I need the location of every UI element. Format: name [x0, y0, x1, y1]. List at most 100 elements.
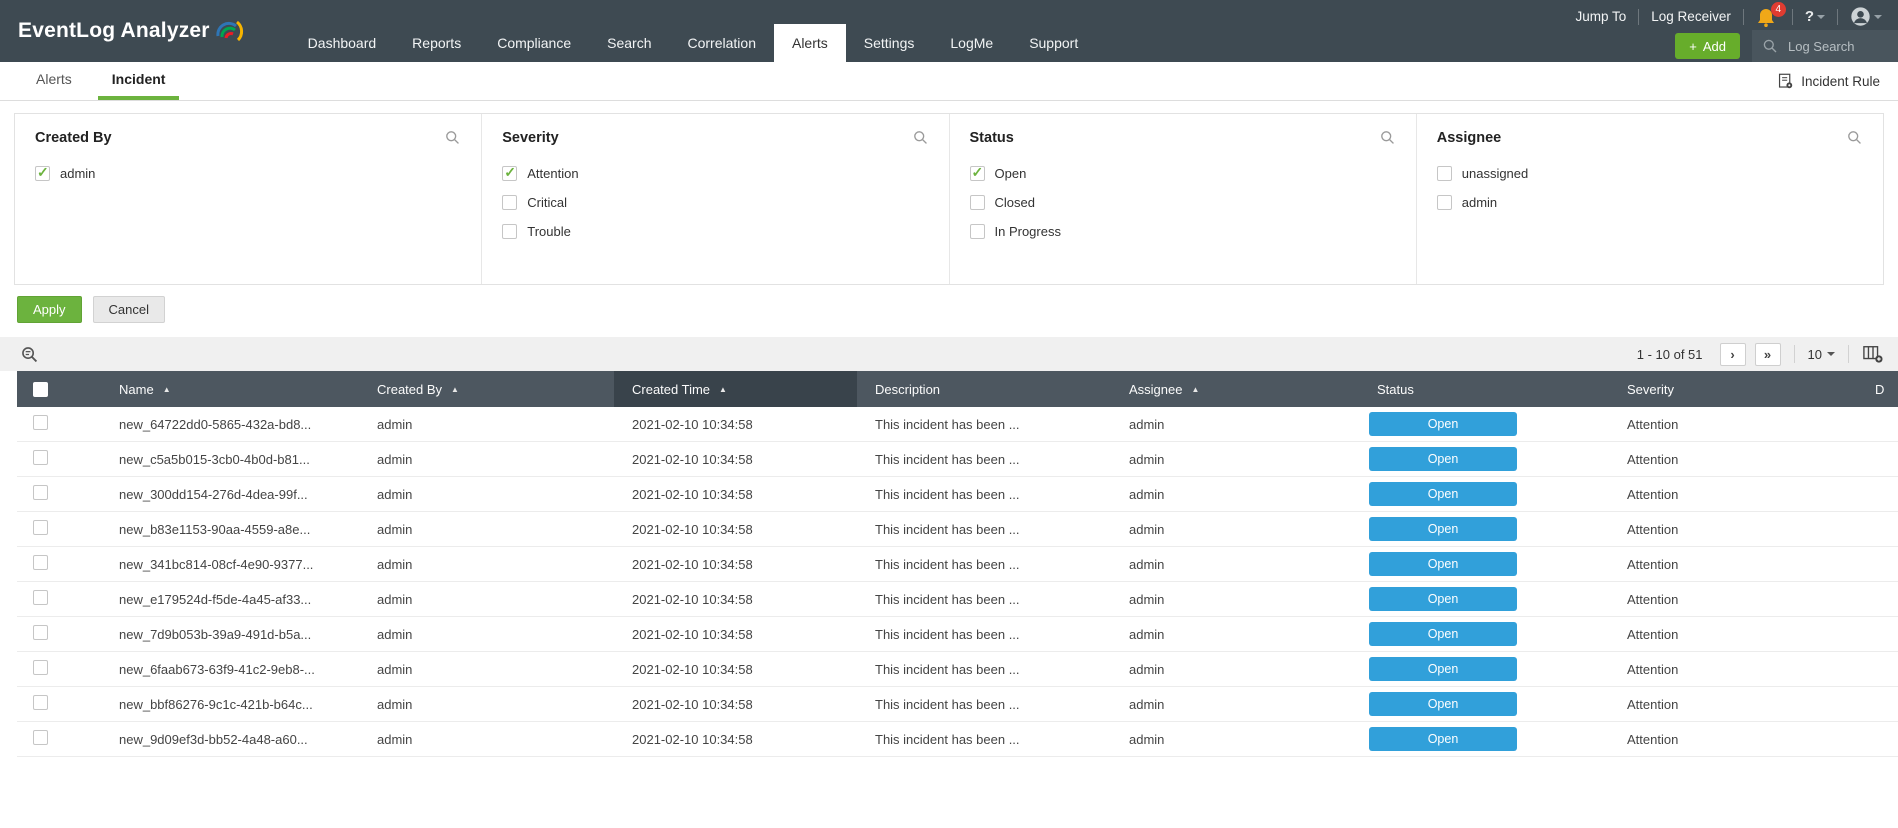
nav-item[interactable]: Compliance	[479, 24, 589, 62]
filter-option[interactable]: Trouble	[502, 217, 928, 246]
status-button[interactable]: Open	[1369, 482, 1517, 506]
nav-item[interactable]: Support	[1011, 24, 1096, 62]
log-search-input[interactable]	[1786, 38, 1896, 55]
checkbox[interactable]	[35, 166, 50, 181]
table-row[interactable]: new_c5a5b015-3cb0-4b0d-b81... admin 2021…	[17, 442, 1898, 477]
filter-option[interactable]: Attention	[502, 159, 928, 188]
status-button[interactable]: Open	[1369, 552, 1517, 576]
incident-name[interactable]: new_6faab673-63f9-41c2-9eb8-...	[101, 662, 359, 677]
row-checkbox[interactable]	[33, 485, 48, 500]
search-icon[interactable]	[912, 129, 929, 146]
nav-item[interactable]: Reports	[394, 24, 479, 62]
filter-option[interactable]: In Progress	[970, 217, 1396, 246]
table-row[interactable]: new_341bc814-08cf-4e90-9377... admin 202…	[17, 547, 1898, 582]
incident-name[interactable]: new_bbf86276-9c1c-421b-b64c...	[101, 697, 359, 712]
page-size-select[interactable]: 10	[1808, 347, 1835, 362]
table-toolbar: 1 - 10 of 51 › » 10	[0, 337, 1898, 371]
status-button[interactable]: Open	[1369, 692, 1517, 716]
search-icon[interactable]	[444, 129, 461, 146]
incident-name[interactable]: new_7d9b053b-39a9-491d-b5a...	[101, 627, 359, 642]
checkbox[interactable]	[1437, 166, 1452, 181]
filter-option[interactable]: unassigned	[1437, 159, 1863, 188]
column-header[interactable]: Severity	[1609, 371, 1857, 407]
help-menu[interactable]: ?	[1805, 8, 1825, 25]
incident-name[interactable]: new_c5a5b015-3cb0-4b0d-b81...	[101, 452, 359, 467]
filter-option[interactable]: Open	[970, 159, 1396, 188]
row-checkbox[interactable]	[33, 660, 48, 675]
tab-incident[interactable]: Incident	[98, 62, 180, 100]
row-checkbox[interactable]	[33, 695, 48, 710]
filter-option[interactable]: admin	[35, 159, 461, 188]
incident-name[interactable]: new_e179524d-f5de-4a45-af33...	[101, 592, 359, 607]
status-button[interactable]: Open	[1369, 657, 1517, 681]
nav-item[interactable]: Correlation	[670, 24, 774, 62]
filter-option[interactable]: Closed	[970, 188, 1396, 217]
column-header[interactable]: Status	[1359, 371, 1609, 407]
nav-item[interactable]: Dashboard	[290, 24, 395, 62]
column-header[interactable]: Created By	[359, 371, 614, 407]
incident-name[interactable]: new_64722dd0-5865-432a-bd8...	[101, 417, 359, 432]
checkbox[interactable]	[1437, 195, 1452, 210]
incident-name[interactable]: new_300dd154-276d-4dea-99f...	[101, 487, 359, 502]
row-checkbox[interactable]	[33, 520, 48, 535]
table-row[interactable]: new_300dd154-276d-4dea-99f... admin 2021…	[17, 477, 1898, 512]
status-button[interactable]: Open	[1369, 727, 1517, 751]
incident-rule-button[interactable]: Incident Rule	[1777, 62, 1880, 100]
row-checkbox[interactable]	[33, 730, 48, 745]
column-chooser-icon[interactable]	[1862, 344, 1884, 364]
filter-option[interactable]: Critical	[502, 188, 928, 217]
log-receiver-link[interactable]: Log Receiver	[1651, 9, 1731, 24]
column-header[interactable]: Description	[857, 371, 1111, 407]
checkbox[interactable]	[970, 195, 985, 210]
incident-name[interactable]: new_9d09ef3d-bb52-4a48-a60...	[101, 732, 359, 747]
table-row[interactable]: new_6faab673-63f9-41c2-9eb8-... admin 20…	[17, 652, 1898, 687]
add-button[interactable]: + Add	[1675, 33, 1740, 59]
row-checkbox[interactable]	[33, 450, 48, 465]
table-row[interactable]: new_64722dd0-5865-432a-bd8... admin 2021…	[17, 407, 1898, 442]
user-menu[interactable]	[1850, 6, 1882, 27]
tab-alerts[interactable]: Alerts	[22, 62, 86, 100]
next-page-button[interactable]: ›	[1720, 343, 1746, 366]
nav-item[interactable]: LogMe	[932, 24, 1011, 62]
table-row[interactable]: new_e179524d-f5de-4a45-af33... admin 202…	[17, 582, 1898, 617]
incident-name[interactable]: new_341bc814-08cf-4e90-9377...	[101, 557, 359, 572]
search-icon[interactable]	[1846, 129, 1863, 146]
table-row[interactable]: new_bbf86276-9c1c-421b-b64c... admin 202…	[17, 687, 1898, 722]
incident-name[interactable]: new_b83e1153-90aa-4559-a8e...	[101, 522, 359, 537]
table-search-icon[interactable]	[20, 345, 39, 364]
row-checkbox[interactable]	[33, 555, 48, 570]
checkbox[interactable]	[502, 224, 517, 239]
status-button[interactable]: Open	[1369, 412, 1517, 436]
row-checkbox[interactable]	[33, 590, 48, 605]
last-page-button[interactable]: »	[1755, 343, 1781, 366]
table-row[interactable]: new_9d09ef3d-bb52-4a48-a60... admin 2021…	[17, 722, 1898, 757]
jump-to-link[interactable]: Jump To	[1576, 9, 1627, 24]
column-header[interactable]: Name	[101, 371, 359, 407]
row-checkbox[interactable]	[33, 415, 48, 430]
checkbox[interactable]	[970, 166, 985, 181]
cancel-button[interactable]: Cancel	[93, 296, 165, 323]
table-row[interactable]: new_7d9b053b-39a9-491d-b5a... admin 2021…	[17, 617, 1898, 652]
select-all-checkbox[interactable]	[33, 382, 48, 397]
nav-item[interactable]: Settings	[846, 24, 933, 62]
column-header[interactable]: Assignee	[1111, 371, 1359, 407]
row-checkbox[interactable]	[33, 625, 48, 640]
status-button[interactable]: Open	[1369, 517, 1517, 541]
column-header[interactable]: D	[1857, 371, 1898, 407]
table-body: new_64722dd0-5865-432a-bd8... admin 2021…	[17, 407, 1898, 757]
status-button[interactable]: Open	[1369, 622, 1517, 646]
checkbox[interactable]	[502, 166, 517, 181]
column-header[interactable]: Created Time	[614, 371, 857, 407]
filter-option[interactable]: admin	[1437, 188, 1863, 217]
table-row[interactable]: new_b83e1153-90aa-4559-a8e... admin 2021…	[17, 512, 1898, 547]
checkbox[interactable]	[502, 195, 517, 210]
nav-item[interactable]: Search	[589, 24, 669, 62]
status-button[interactable]: Open	[1369, 447, 1517, 471]
apply-button[interactable]: Apply	[17, 296, 82, 323]
search-icon[interactable]	[1379, 129, 1396, 146]
log-search-box[interactable]	[1752, 30, 1898, 62]
nav-item[interactable]: Alerts	[774, 24, 846, 62]
checkbox[interactable]	[970, 224, 985, 239]
status-button[interactable]: Open	[1369, 587, 1517, 611]
notifications-bell-icon[interactable]: 4	[1756, 6, 1780, 28]
